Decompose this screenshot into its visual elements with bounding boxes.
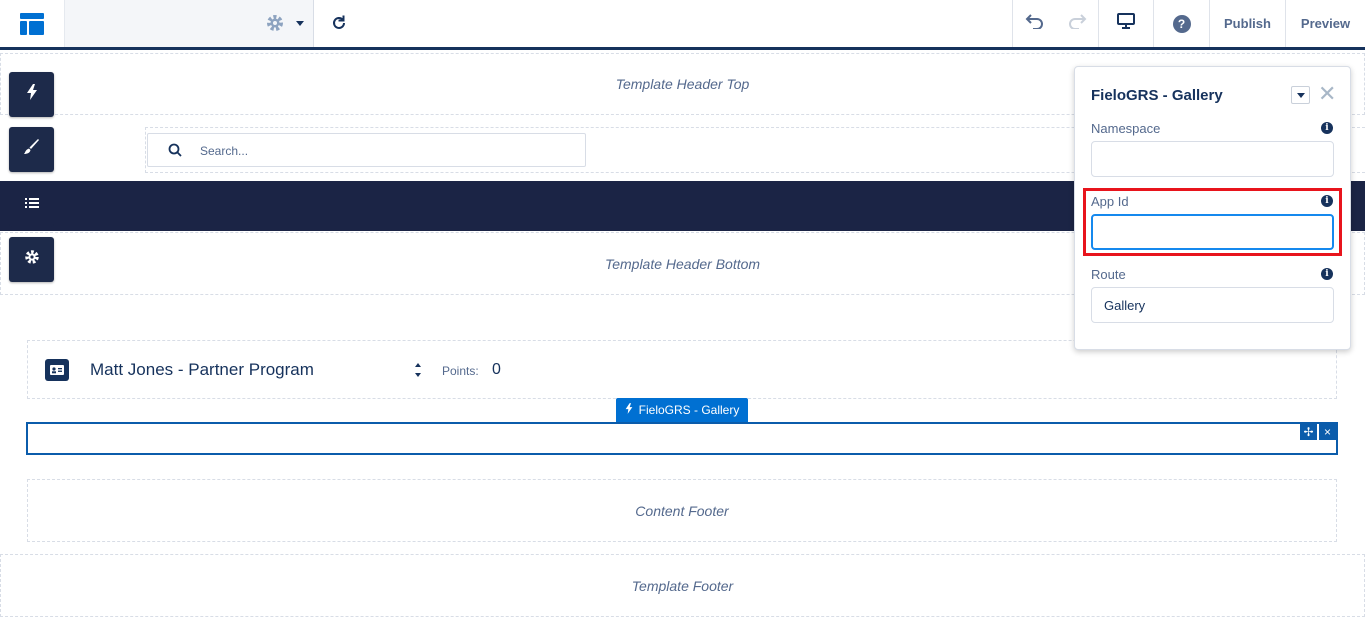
- publish-label: Publish: [1224, 16, 1271, 31]
- points-label: Points:: [442, 364, 479, 378]
- component-tab[interactable]: FieloGRS - Gallery: [616, 398, 748, 422]
- namespace-label: Namespace: [1091, 121, 1161, 136]
- member-name: Matt Jones - Partner Program: [90, 360, 314, 379]
- points-value: 0: [492, 361, 501, 378]
- panel-title: FieloGRS - Gallery: [1091, 87, 1223, 104]
- namespace-field[interactable]: [1091, 141, 1334, 177]
- brush-icon: [23, 139, 40, 160]
- settings-tool-button[interactable]: [9, 237, 54, 282]
- region-label: Template Header Bottom: [604, 255, 761, 272]
- chevron-down-icon[interactable]: [296, 21, 304, 26]
- device-preview-button[interactable]: [1098, 0, 1153, 47]
- content-footer-region[interactable]: Content Footer: [27, 479, 1337, 542]
- refresh-icon[interactable]: [330, 14, 348, 37]
- builder-toolbar: ? Publish Preview: [0, 0, 1365, 50]
- info-icon[interactable]: i: [1321, 268, 1333, 280]
- app-id-highlight-box: [1083, 188, 1342, 256]
- search-input[interactable]: Search...: [147, 133, 586, 167]
- region-label: Content Footer: [635, 502, 729, 519]
- page-structure-tool-button[interactable]: [9, 182, 54, 227]
- member-switcher-sort-icon[interactable]: [414, 362, 422, 383]
- search-placeholder: Search...: [200, 144, 249, 158]
- template-footer-region[interactable]: Template Footer: [0, 554, 1365, 617]
- preview-label: Preview: [1300, 16, 1351, 31]
- info-icon[interactable]: i: [1321, 122, 1333, 134]
- gallery-component-frame[interactable]: [26, 422, 1338, 455]
- move-component-icon[interactable]: ✢: [1300, 424, 1317, 440]
- page-settings-gear-icon[interactable]: [265, 13, 285, 38]
- route-field[interactable]: Gallery: [1091, 287, 1334, 323]
- undo-icon[interactable]: [1025, 13, 1045, 34]
- chevron-down-icon: [1296, 92, 1305, 98]
- theme-tool-button[interactable]: [9, 127, 54, 172]
- undo-redo-group: [1012, 0, 1098, 47]
- search-icon: [168, 143, 182, 162]
- publish-button[interactable]: Publish: [1209, 0, 1285, 47]
- close-icon[interactable]: ✕: [1318, 83, 1336, 105]
- gear-icon: [24, 249, 40, 270]
- route-label: Route: [1091, 267, 1126, 282]
- lightning-icon: [625, 403, 633, 417]
- page-selector[interactable]: [64, 0, 314, 47]
- redo-icon[interactable]: [1067, 13, 1087, 34]
- panel-menu-dropdown[interactable]: [1291, 86, 1310, 104]
- app-logo-icon[interactable]: [0, 0, 64, 47]
- contact-card-icon: [45, 359, 69, 381]
- help-icon: ?: [1172, 14, 1191, 33]
- component-tab-label: FieloGRS - Gallery: [638, 403, 740, 417]
- lightning-icon: [26, 84, 38, 105]
- components-tool-button[interactable]: [9, 72, 54, 117]
- desktop-icon: [1117, 13, 1135, 34]
- list-icon: [24, 196, 39, 214]
- preview-button[interactable]: Preview: [1285, 0, 1365, 47]
- help-button[interactable]: ?: [1153, 0, 1209, 47]
- region-label: Template Header Top: [615, 76, 750, 92]
- region-label: Template Footer: [631, 577, 734, 594]
- remove-component-icon[interactable]: ×: [1319, 424, 1336, 440]
